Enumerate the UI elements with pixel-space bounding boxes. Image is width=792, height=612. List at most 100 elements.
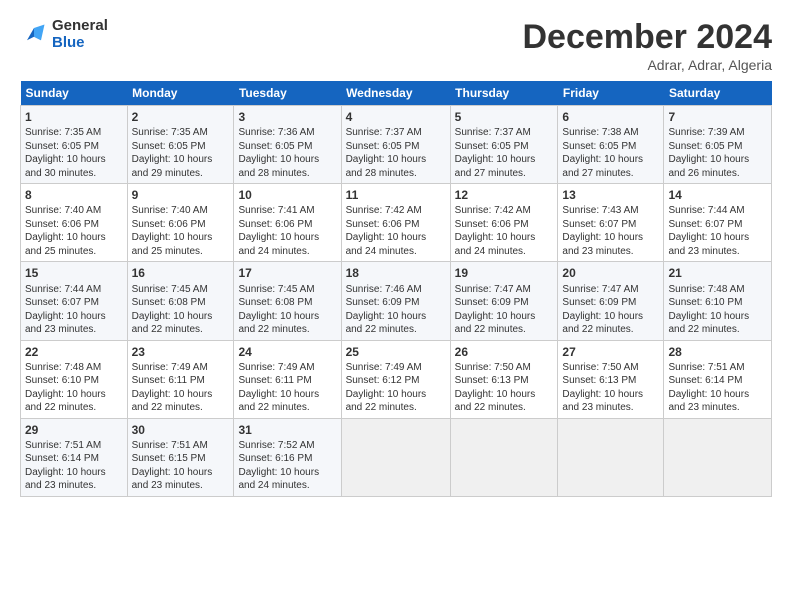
header-row: SundayMondayTuesdayWednesdayThursdayFrid… [21,81,772,106]
day-number: 29 [25,422,123,438]
day-info: Sunrise: 7:44 AM Sunset: 6:07 PM Dayligh… [25,283,123,337]
day-number: 24 [238,344,336,360]
day-number: 13 [562,187,659,203]
col-header-thursday: Thursday [450,81,558,106]
day-cell: 12Sunrise: 7:42 AM Sunset: 6:06 PM Dayli… [450,184,558,262]
day-cell: 2Sunrise: 7:35 AM Sunset: 6:05 PM Daylig… [127,106,234,184]
day-info: Sunrise: 7:38 AM Sunset: 6:05 PM Dayligh… [562,126,659,180]
day-info: Sunrise: 7:47 AM Sunset: 6:09 PM Dayligh… [455,283,554,337]
day-cell: 21Sunrise: 7:48 AM Sunset: 6:10 PM Dayli… [664,262,772,340]
day-number: 2 [132,109,230,125]
day-cell: 15 Sunrise: 7:44 AM Sunset: 6:07 PM Dayli… [21,262,128,340]
day-cell: 27Sunrise: 7:50 AM Sunset: 6:13 PM Dayli… [558,340,664,418]
day-info: Sunrise: 7:51 AM Sunset: 6:14 PM Dayligh… [25,439,123,493]
day-info: Sunrise: 7:47 AM Sunset: 6:09 PM Dayligh… [562,283,659,337]
week-row-4: 22Sunrise: 7:48 AM Sunset: 6:10 PM Dayli… [21,340,772,418]
day-number: 22 [25,344,123,360]
col-header-friday: Friday [558,81,664,106]
page: General Blue December 2024 Adrar, Adrar,… [0,0,792,507]
day-info: Sunrise: 7:35 AM Sunset: 6:05 PM Dayligh… [25,126,123,180]
day-info: Sunrise: 7:36 AM Sunset: 6:05 PM Dayligh… [238,126,336,180]
title-block: December 2024 Adrar, Adrar, Algeria [522,18,772,73]
week-row-2: 8Sunrise: 7:40 AM Sunset: 6:06 PM Daylig… [21,184,772,262]
day-number: 3 [238,109,336,125]
col-header-sunday: Sunday [21,81,128,106]
day-number: 23 [132,344,230,360]
day-info: Sunrise: 7:52 AM Sunset: 6:16 PM Dayligh… [238,439,336,493]
week-row-5: 29Sunrise: 7:51 AM Sunset: 6:14 PM Dayli… [21,418,772,496]
calendar-table: SundayMondayTuesdayWednesdayThursdayFrid… [20,81,772,497]
week-row-1: 1Sunrise: 7:35 AM Sunset: 6:05 PM Daylig… [21,106,772,184]
day-number: 26 [455,344,554,360]
day-cell [341,418,450,496]
day-cell: 17 Sunrise: 7:45 AM Sunset: 6:08 PM Dayli… [234,262,341,340]
day-number: 21 [668,265,767,281]
day-cell: 9Sunrise: 7:40 AM Sunset: 6:06 PM Daylig… [127,184,234,262]
col-header-monday: Monday [127,81,234,106]
day-cell: 26Sunrise: 7:50 AM Sunset: 6:13 PM Dayli… [450,340,558,418]
day-cell: 19 Sunrise: 7:47 AM Sunset: 6:09 PM Dayli… [450,262,558,340]
day-info: Sunrise: 7:49 AM Sunset: 6:11 PM Dayligh… [132,361,230,415]
day-number: 1 [25,109,123,125]
col-header-tuesday: Tuesday [234,81,341,106]
day-cell: 29Sunrise: 7:51 AM Sunset: 6:14 PM Dayli… [21,418,128,496]
day-cell: 10Sunrise: 7:41 AM Sunset: 6:06 PM Dayli… [234,184,341,262]
day-number: 5 [455,109,554,125]
day-cell: 30Sunrise: 7:51 AM Sunset: 6:15 PM Dayli… [127,418,234,496]
day-number: 8 [25,187,123,203]
day-cell: 6Sunrise: 7:38 AM Sunset: 6:05 PM Daylig… [558,106,664,184]
day-number: 10 [238,187,336,203]
day-cell: 16Sunrise: 7:45 AM Sunset: 6:08 PM Dayli… [127,262,234,340]
day-cell: 14Sunrise: 7:44 AM Sunset: 6:07 PM Dayli… [664,184,772,262]
day-info: Sunrise: 7:40 AM Sunset: 6:06 PM Dayligh… [132,204,230,258]
logo-icon [20,21,48,49]
location: Adrar, Adrar, Algeria [522,57,772,73]
day-number: 7 [668,109,767,125]
day-number: 14 [668,187,767,203]
day-number: 6 [562,109,659,125]
day-cell: 4Sunrise: 7:37 AM Sunset: 6:05 PM Daylig… [341,106,450,184]
day-number: 31 [238,422,336,438]
day-number: 18 [346,265,446,281]
day-info: Sunrise: 7:44 AM Sunset: 6:07 PM Dayligh… [668,204,767,258]
day-cell: 22Sunrise: 7:48 AM Sunset: 6:10 PM Dayli… [21,340,128,418]
day-number: 28 [668,344,767,360]
day-info: Sunrise: 7:45 AM Sunset: 6:08 PM Dayligh… [238,283,336,337]
day-cell: 3Sunrise: 7:36 AM Sunset: 6:05 PM Daylig… [234,106,341,184]
week-row-3: 15 Sunrise: 7:44 AM Sunset: 6:07 PM Dayli… [21,262,772,340]
day-cell: 8Sunrise: 7:40 AM Sunset: 6:06 PM Daylig… [21,184,128,262]
day-info: Sunrise: 7:42 AM Sunset: 6:06 PM Dayligh… [346,204,446,258]
day-cell: 23Sunrise: 7:49 AM Sunset: 6:11 PM Dayli… [127,340,234,418]
month-title: December 2024 [522,18,772,57]
day-info: Sunrise: 7:50 AM Sunset: 6:13 PM Dayligh… [562,361,659,415]
day-cell: 13Sunrise: 7:43 AM Sunset: 6:07 PM Dayli… [558,184,664,262]
day-number: 16 [132,265,230,281]
day-info: Sunrise: 7:43 AM Sunset: 6:07 PM Dayligh… [562,204,659,258]
day-cell: 20 Sunrise: 7:47 AM Sunset: 6:09 PM Dayli… [558,262,664,340]
day-number: 15 [25,265,123,281]
day-info: Sunrise: 7:51 AM Sunset: 6:15 PM Dayligh… [132,439,230,493]
day-info: Sunrise: 7:49 AM Sunset: 6:12 PM Dayligh… [346,361,446,415]
day-cell: 24Sunrise: 7:49 AM Sunset: 6:11 PM Dayli… [234,340,341,418]
day-cell: 31Sunrise: 7:52 AM Sunset: 6:16 PM Dayli… [234,418,341,496]
day-number: 11 [346,187,446,203]
day-cell: 11Sunrise: 7:42 AM Sunset: 6:06 PM Dayli… [341,184,450,262]
day-number: 20 [562,265,659,281]
day-info: Sunrise: 7:40 AM Sunset: 6:06 PM Dayligh… [25,204,123,258]
col-header-wednesday: Wednesday [341,81,450,106]
day-info: Sunrise: 7:42 AM Sunset: 6:06 PM Dayligh… [455,204,554,258]
day-info: Sunrise: 7:46 AM Sunset: 6:09 PM Dayligh… [346,283,446,337]
day-info: Sunrise: 7:37 AM Sunset: 6:05 PM Dayligh… [346,126,446,180]
day-number: 19 [455,265,554,281]
day-info: Sunrise: 7:49 AM Sunset: 6:11 PM Dayligh… [238,361,336,415]
day-number: 4 [346,109,446,125]
day-number: 12 [455,187,554,203]
header: General Blue December 2024 Adrar, Adrar,… [20,18,772,73]
day-number: 17 [238,265,336,281]
day-info: Sunrise: 7:51 AM Sunset: 6:14 PM Dayligh… [668,361,767,415]
day-number: 25 [346,344,446,360]
col-header-saturday: Saturday [664,81,772,106]
day-cell: 28Sunrise: 7:51 AM Sunset: 6:14 PM Dayli… [664,340,772,418]
day-info: Sunrise: 7:50 AM Sunset: 6:13 PM Dayligh… [455,361,554,415]
day-number: 9 [132,187,230,203]
